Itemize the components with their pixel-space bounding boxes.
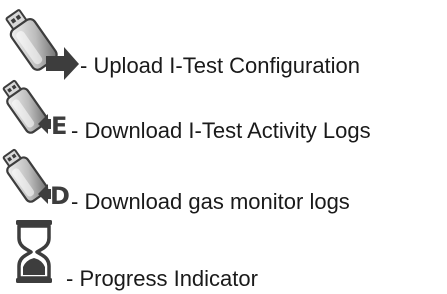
badge-e: E	[51, 112, 67, 140]
icon-legend: - Upload I-Test Configuration E - Downlo…	[0, 0, 447, 294]
legend-item-label: - Download gas monitor logs	[71, 189, 350, 214]
legend-item-activity-logs: E - Download I-Test Activity Logs	[0, 72, 447, 143]
usb-download-d-icon: D	[2, 143, 80, 221]
badge-d: D	[50, 182, 70, 210]
usb-upload-arrow-icon	[2, 2, 80, 80]
legend-item-upload: - Upload I-Test Configuration	[0, 0, 447, 80]
legend-item-gas-monitor-logs: D - Download gas monitor logs	[0, 141, 447, 214]
legend-item-progress: - Progress Indicator	[0, 214, 447, 291]
legend-item-label: - Progress Indicator	[66, 266, 258, 291]
legend-item-label: - Download I-Test Activity Logs	[71, 118, 371, 143]
